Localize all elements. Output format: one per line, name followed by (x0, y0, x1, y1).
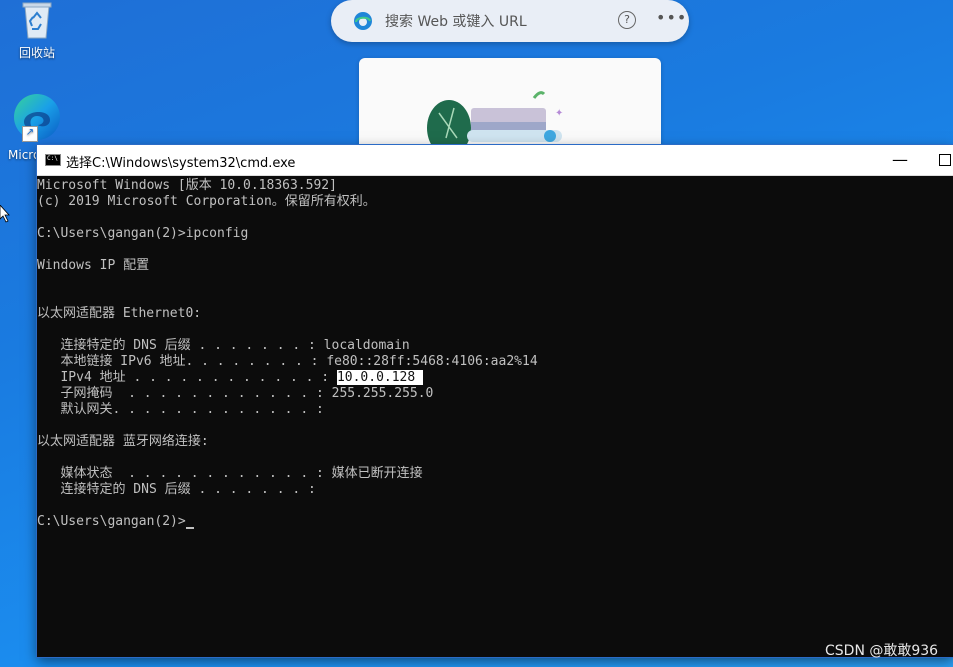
console-line: 默认网关. . . . . . . . . . . . . : (37, 402, 332, 417)
more-options-icon[interactable]: ••• (656, 8, 687, 27)
console-line: 以太网适配器 Ethernet0: (37, 306, 202, 321)
console-line: Microsoft Windows [版本 10.0.18363.592] (37, 178, 337, 193)
cmd-window[interactable]: 选择C:\Windows\system32\cmd.exe — Microsof… (37, 145, 953, 657)
ipv4-address-selected[interactable]: 10.0.0.128 (336, 370, 424, 385)
csdn-watermark: CSDN @敢敢936 (825, 643, 939, 659)
console-line: (c) 2019 Microsoft Corporation。保留所有权利。 (37, 194, 376, 209)
text-cursor (185, 527, 194, 529)
console-line: 连接特定的 DNS 后缀 . . . . . . . : (37, 482, 324, 497)
card-illustration: ✦ (427, 91, 563, 156)
console-line: IPv4 地址 . . . . . . . . . . . . : 10.0.0… (37, 370, 424, 385)
browser-search-bar[interactable]: 搜索 Web 或键入 URL ? ••• (331, 0, 689, 42)
edge-logo-icon (354, 12, 372, 30)
edge-desktop-shortcut[interactable]: ↗ (2, 92, 72, 142)
shortcut-arrow-icon: ↗ (22, 126, 38, 142)
console-line: 本地链接 IPv6 地址. . . . . . . . : fe80::28ff… (37, 354, 538, 369)
console-line: 媒体状态 . . . . . . . . . . . . : 媒体已断开连接 (37, 466, 423, 481)
console-line: 连接特定的 DNS 后缀 . . . . . . . : localdomain (37, 338, 410, 353)
console-line: 子网掩码 . . . . . . . . . . . . : 255.255.2… (37, 386, 434, 401)
console-output[interactable]: Microsoft Windows [版本 10.0.18363.592] (c)… (37, 176, 953, 530)
console-line: 以太网适配器 蓝牙网络连接: (37, 434, 209, 449)
recycle-bin[interactable]: 回收站 (2, 0, 72, 61)
console-line: C:\Users\gangan(2)>ipconfig (37, 226, 249, 241)
cmd-app-icon (45, 154, 61, 166)
cmd-titlebar[interactable]: 选择C:\Windows\system32\cmd.exe — (37, 145, 953, 176)
mouse-cursor-icon (0, 205, 10, 223)
console-line: Windows IP 配置 (37, 258, 150, 273)
recycle-bin-icon (19, 0, 55, 40)
maximize-button[interactable] (939, 154, 951, 166)
search-placeholder[interactable]: 搜索 Web 或键入 URL (385, 11, 527, 31)
new-tab-card[interactable]: ✦ (359, 58, 661, 158)
help-icon[interactable]: ? (618, 11, 636, 29)
cmd-window-title: 选择C:\Windows\system32\cmd.exe (66, 156, 296, 171)
minimize-button[interactable]: — (892, 150, 908, 169)
edge-icon: ↗ (12, 92, 62, 142)
recycle-bin-label: 回收站 (18, 46, 55, 60)
console-line: C:\Users\gangan(2)> (37, 514, 953, 530)
svg-text:✦: ✦ (555, 108, 563, 119)
